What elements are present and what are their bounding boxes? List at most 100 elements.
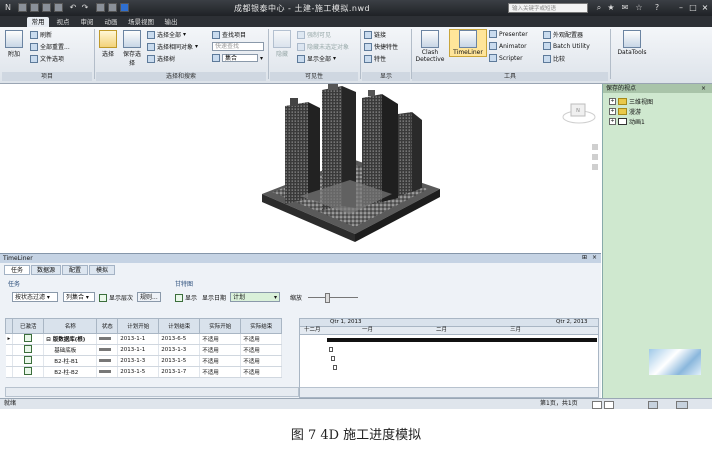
checkbox[interactable]: [24, 356, 33, 364]
appearance-profiler-button[interactable]: 外观配置器: [543, 30, 583, 39]
column-header[interactable]: 计划开始: [117, 318, 160, 334]
communication-icon[interactable]: ✉: [620, 2, 630, 13]
sets-button[interactable]: 集合 ▾: [212, 54, 263, 62]
tab-home[interactable]: 常用: [27, 17, 49, 27]
hide-unselected-button[interactable]: 隐藏未选定对象: [297, 42, 349, 51]
column-header[interactable]: 实际开始: [199, 318, 242, 334]
unhide-all-button[interactable]: 显示全部 ▾: [297, 54, 336, 63]
zoom-slider[interactable]: [308, 297, 358, 298]
planned-end[interactable]: 2013-1-3: [158, 344, 201, 356]
panel-close-icon[interactable]: ×: [701, 85, 706, 92]
sheet-icon[interactable]: [604, 401, 614, 409]
planned-end[interactable]: 2013-1-5: [158, 355, 201, 367]
links-button[interactable]: 链接: [364, 30, 386, 39]
column-header[interactable]: 计划结束: [158, 318, 201, 334]
gantt-bar[interactable]: [333, 365, 337, 370]
planned-start[interactable]: 2013-1-5: [117, 366, 160, 378]
selection-tree-button[interactable]: 选择树: [147, 54, 175, 63]
tab-animation[interactable]: 动画: [101, 17, 121, 27]
table-row[interactable]: B2-柱-B1 2013-1-3 2013-1-5 不适用 不适用: [5, 355, 283, 367]
zoom-slider-thumb[interactable]: [325, 293, 330, 303]
help-icon[interactable]: [120, 3, 129, 12]
checkbox[interactable]: [24, 345, 33, 353]
minimize-icon[interactable]: –: [676, 2, 686, 13]
maximize-icon[interactable]: □: [688, 2, 698, 13]
scene-viewport[interactable]: N: [0, 84, 601, 252]
expand-icon[interactable]: +: [609, 108, 616, 115]
quick-find-input[interactable]: 快速查找: [212, 42, 264, 51]
tab-tasks[interactable]: 任务: [4, 265, 30, 275]
checkbox[interactable]: [24, 367, 33, 375]
actual-end[interactable]: 不适用: [240, 355, 283, 367]
viewpoint-animation[interactable]: + 动画1: [609, 117, 645, 126]
select-all-button[interactable]: 选择全部 ▾: [147, 30, 186, 39]
refresh-icon[interactable]: [108, 3, 117, 12]
planned-start[interactable]: 2013-1-1: [117, 344, 160, 356]
gantt-chart[interactable]: Qtr 1, 2013 Qtr 2, 2013 十二月 一月 二月 三月: [299, 318, 599, 398]
find-items-button[interactable]: 查找项目: [212, 30, 246, 39]
checkbox[interactable]: [24, 334, 33, 342]
actual-end[interactable]: 不适用: [240, 344, 283, 356]
actual-start[interactable]: 不适用: [199, 355, 242, 367]
show-date-dropdown[interactable]: 计划 ▾: [230, 292, 280, 302]
scripter-button[interactable]: Scripter: [489, 54, 523, 62]
batch-utility-button[interactable]: Batch Utility: [543, 42, 590, 50]
actual-end[interactable]: 不适用: [240, 333, 283, 345]
task-name[interactable]: B2-柱-B1: [43, 355, 98, 367]
select-icon[interactable]: [96, 3, 105, 12]
actual-start[interactable]: 不适用: [199, 366, 242, 378]
search-input[interactable]: 输入关键字或短语: [508, 3, 588, 13]
table-row[interactable]: B2-柱-B2 2013-1-5 2013-1-7 不适用 不适用: [5, 366, 283, 378]
planned-end[interactable]: 2013-6-5: [158, 333, 201, 345]
planned-end[interactable]: 2013-1-7: [158, 366, 201, 378]
print-icon[interactable]: [54, 3, 63, 12]
undo-icon[interactable]: ↶: [68, 2, 78, 13]
gantt-summary-bar[interactable]: [327, 338, 597, 342]
active-cell[interactable]: [12, 344, 45, 356]
reset-all-button[interactable]: 全部重置...: [30, 42, 70, 51]
rules-button[interactable]: 规则...: [137, 292, 161, 302]
column-header[interactable]: 状态: [96, 318, 119, 334]
presenter-button[interactable]: Presenter: [489, 30, 528, 38]
task-name[interactable]: ⊟ 版数据库(根): [43, 333, 98, 345]
actual-end[interactable]: 不适用: [240, 366, 283, 378]
gantt-bar[interactable]: [329, 347, 333, 352]
task-name[interactable]: 基础底板: [43, 344, 98, 356]
select-button[interactable]: 选择: [97, 30, 119, 58]
new-icon[interactable]: [18, 3, 27, 12]
pin-icon[interactable]: ⊞: [582, 254, 587, 261]
columns-dropdown[interactable]: 列集合 ▾: [63, 292, 95, 302]
checkbox[interactable]: [175, 293, 183, 302]
favorites-icon[interactable]: ☆: [634, 2, 644, 13]
tab-review[interactable]: 审阅: [77, 17, 97, 27]
clash-detective-button[interactable]: Clash Detective: [413, 30, 447, 63]
properties-button[interactable]: 特性: [364, 54, 386, 63]
tab-output[interactable]: 输出: [161, 17, 181, 27]
open-icon[interactable]: [30, 3, 39, 12]
active-cell[interactable]: [12, 355, 45, 367]
table-row[interactable]: 基础底板 2013-1-1 2013-1-3 不适用 不适用: [5, 344, 283, 356]
gantt-show-checkbox[interactable]: 显示: [175, 293, 197, 302]
append-button[interactable]: 附加: [3, 30, 25, 58]
column-header[interactable]: 已激活: [12, 318, 45, 334]
active-cell[interactable]: [12, 333, 45, 345]
filter-dropdown[interactable]: 按状态过滤 ▾: [12, 292, 58, 302]
grid-icon[interactable]: [592, 401, 602, 409]
show-hierarchy-checkbox[interactable]: 显示层次: [99, 293, 133, 302]
require-button[interactable]: 强制可见: [297, 30, 331, 39]
tab-configure[interactable]: 配置: [62, 265, 88, 275]
redo-icon[interactable]: ↷: [80, 2, 90, 13]
checkbox[interactable]: [99, 293, 107, 302]
viewpoint-folder[interactable]: + 三维视图: [609, 97, 653, 106]
actual-start[interactable]: 不适用: [199, 333, 242, 345]
table-row[interactable]: ▸ ⊟ 版数据库(根) 2013-1-1 2013-6-5 不适用 不适用: [5, 333, 283, 345]
task-name[interactable]: B2-柱-B2: [43, 366, 98, 378]
planned-start[interactable]: 2013-1-1: [117, 333, 160, 345]
compare-button[interactable]: 比较: [543, 54, 565, 63]
column-header[interactable]: 实际结束: [240, 318, 283, 334]
quick-properties-button[interactable]: 快捷特性: [364, 42, 398, 51]
column-header[interactable]: 名称: [43, 318, 98, 334]
timeliner-button[interactable]: TimeLiner: [449, 29, 487, 57]
subscription-icon[interactable]: ★: [606, 2, 616, 13]
gantt-scrollbar[interactable]: [300, 387, 598, 397]
